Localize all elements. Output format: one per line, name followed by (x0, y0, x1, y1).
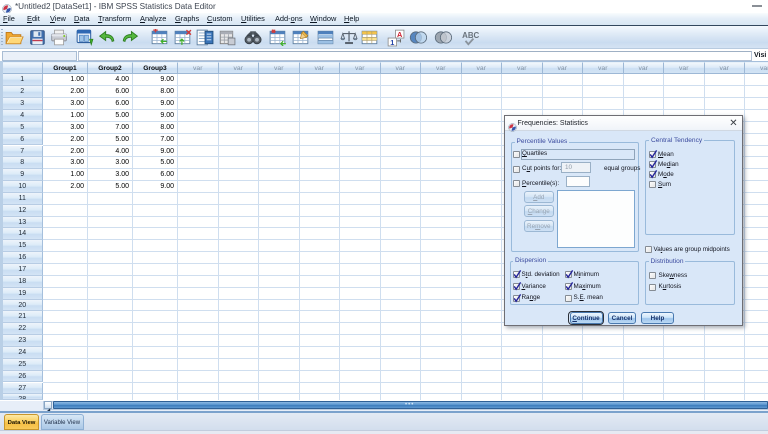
svg-text:1: 1 (390, 38, 394, 47)
svg-text:A: A (397, 30, 403, 39)
svg-text:ABC: ABC (462, 31, 479, 40)
